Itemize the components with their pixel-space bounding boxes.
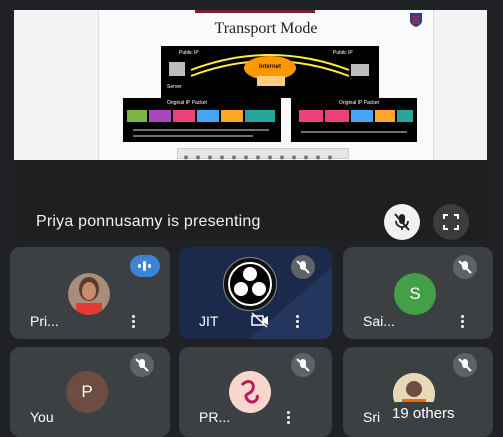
presenter-bar: Priya ponnusamy is presenting <box>14 160 487 240</box>
right-public-ip-label: Public IP <box>333 50 353 56</box>
slide-header-bar <box>195 10 315 13</box>
participant-name: JIT <box>199 313 219 329</box>
participant-tile-sai[interactable]: S Sai... <box>343 247 493 339</box>
packet-diagram-right: Original IP Packet <box>291 98 417 142</box>
left-public-ip-label: Public IP <box>179 50 199 56</box>
participant-name: Sai... <box>363 313 395 329</box>
camera-off-icon <box>251 312 269 333</box>
others-count-label: 19 others <box>392 405 455 422</box>
packet-diagram-left: Original IP Packet <box>123 98 281 142</box>
others-count-button[interactable]: 19 others <box>386 402 486 424</box>
internet-label: Internet <box>259 64 282 70</box>
avatar: P <box>66 371 108 413</box>
muted-icon <box>291 255 315 279</box>
packet-label-right: Original IP Packet <box>339 100 379 106</box>
annotation-toolbar <box>177 148 349 160</box>
mic-off-icon <box>393 212 411 237</box>
more-options-icon[interactable] <box>461 315 464 330</box>
fullscreen-button[interactable] <box>433 204 469 240</box>
participant-name: You <box>30 409 54 425</box>
fullscreen-icon <box>443 214 459 235</box>
muted-icon <box>453 255 477 279</box>
participant-tile-pri[interactable]: Pri... <box>10 247 170 339</box>
more-options-icon[interactable] <box>132 315 135 330</box>
presenter-mic-button[interactable] <box>384 204 420 240</box>
avatar <box>68 273 110 315</box>
more-options-icon[interactable] <box>296 315 299 330</box>
muted-icon <box>130 353 154 377</box>
participant-name: Pri... <box>30 313 59 329</box>
avatar <box>229 371 271 413</box>
muted-icon <box>291 353 315 377</box>
participant-name: PR... <box>199 409 231 425</box>
shared-screen: Transport Mode Public IP Public IP Inter… <box>14 10 487 160</box>
server-label: Server <box>167 84 182 90</box>
slide-page: Transport Mode Public IP Public IP Inter… <box>98 10 434 160</box>
obs-logo-avatar <box>223 257 277 311</box>
presenting-label: Priya ponnusamy is presenting <box>36 213 261 230</box>
avatar: S <box>394 273 436 315</box>
tunnel-diagram: Public IP Public IP Internet Server <box>161 46 379 98</box>
speaking-indicator <box>130 255 160 277</box>
slide-title: Transport Mode <box>214 20 318 37</box>
participant-name: Sri <box>363 409 381 425</box>
muted-icon <box>453 353 477 377</box>
participant-tile-jit[interactable]: JIT <box>179 247 332 339</box>
packet-label-left: Original IP Packet <box>167 100 207 106</box>
